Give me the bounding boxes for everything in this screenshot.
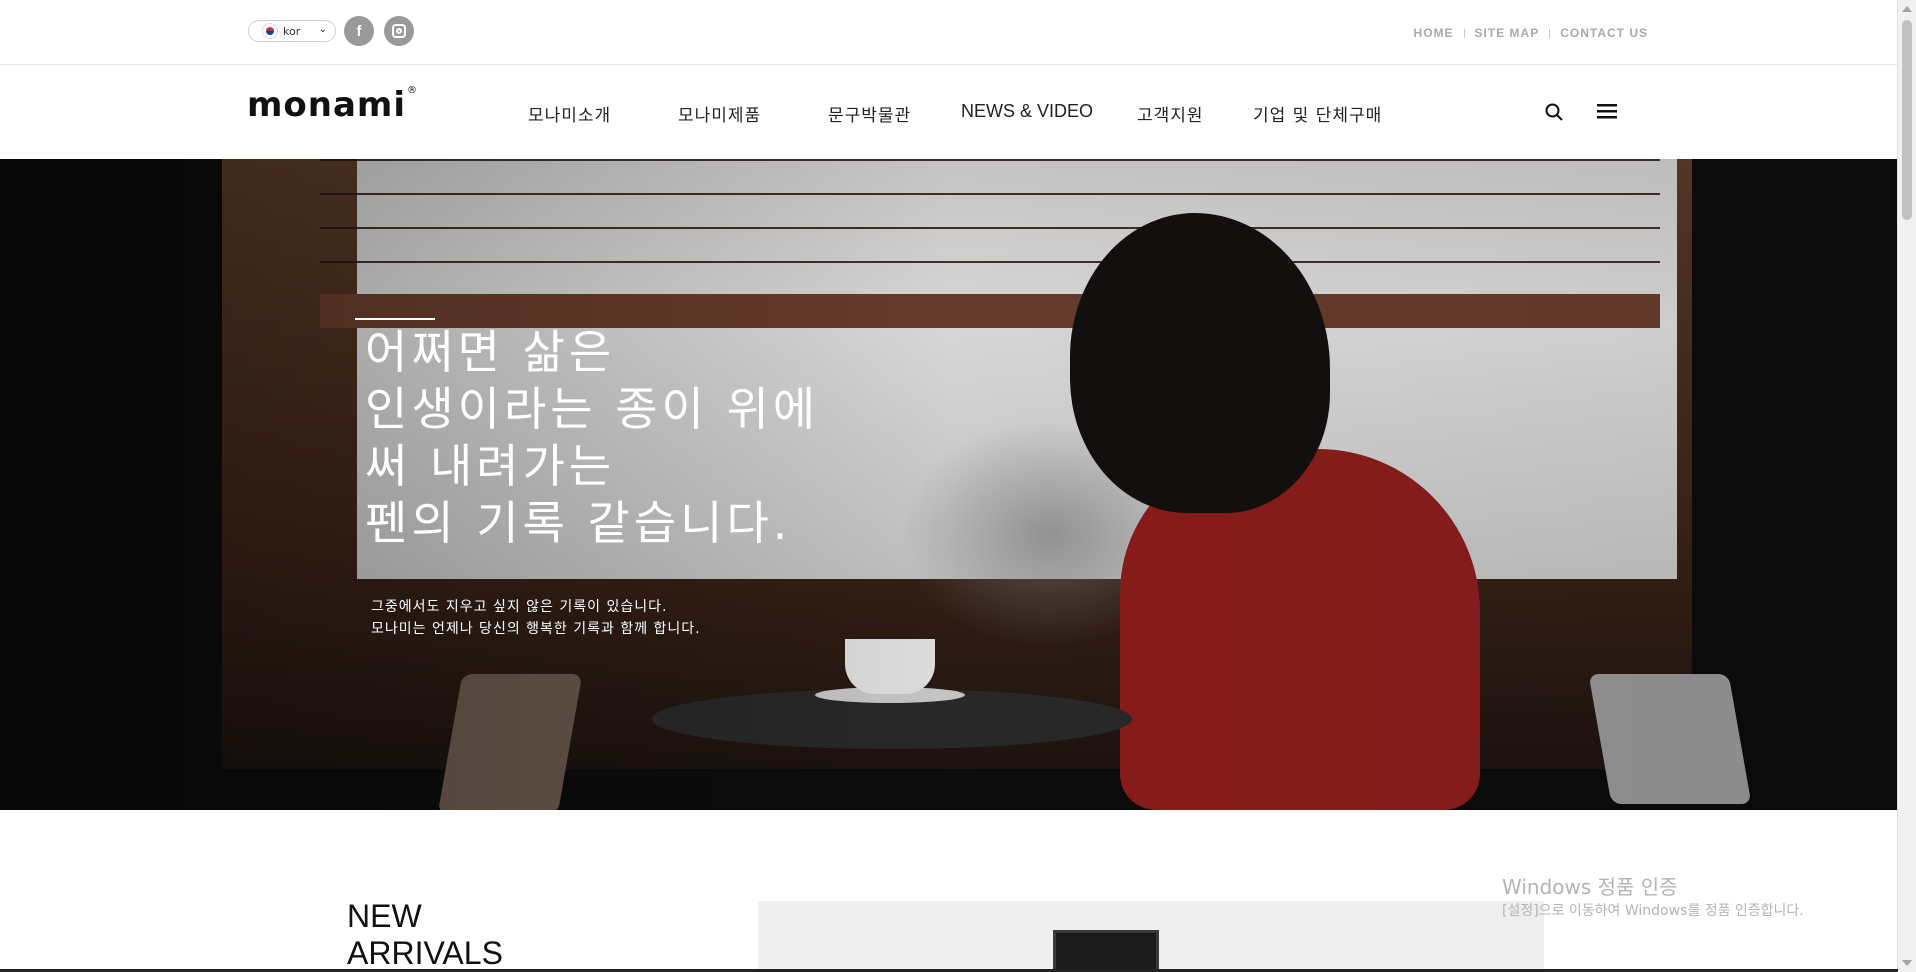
section-title-line: NEW <box>347 898 422 934</box>
divider <box>1549 28 1551 38</box>
new-arrivals-product-image[interactable] <box>758 901 1544 972</box>
hero-subtext-line: 모나미는 언제나 당신의 행복한 기록과 함께 합니다. <box>371 621 701 637</box>
hero-headline-line: 써 내려가는 <box>365 439 616 493</box>
monami-logo[interactable]: monami® <box>247 85 418 125</box>
divider <box>1463 28 1465 38</box>
watermark-title: Windows 정품 인증 <box>1502 875 1678 899</box>
chevron-down-icon: ⌄ <box>318 24 327 35</box>
top-utility-bar: kor ⌄ f HOME SITE MAP CONTACT US <box>0 0 1898 65</box>
site-map-link[interactable]: SITE MAP <box>1475 26 1540 40</box>
hero-headline-line: 펜의 기록 같습니다. <box>365 496 792 550</box>
nav-item-about[interactable]: 모나미소개 <box>528 101 611 126</box>
hero-headline: 어쩌면 삶은 인생이라는 종이 위에 써 내려가는 펜의 기록 같습니다. <box>365 324 885 552</box>
korea-flag-icon <box>263 24 277 38</box>
hero-subtext: 그중에서도 지우고 싶지 않은 기록이 있습니다. 모나미는 언제나 당신의 행… <box>371 596 701 640</box>
headline-rule <box>355 318 435 320</box>
scrollbar-thumb[interactable] <box>1902 20 1912 220</box>
nav-item-support[interactable]: 고객지원 <box>1137 101 1204 126</box>
language-select-value: kor <box>283 24 301 38</box>
contact-us-link[interactable]: CONTACT US <box>1560 26 1648 40</box>
page-scrollbar[interactable] <box>1897 0 1916 972</box>
language-select[interactable]: kor ⌄ <box>248 20 336 42</box>
hero-image-shade <box>0 159 1898 810</box>
hamburger-menu-icon[interactable] <box>1597 103 1617 119</box>
hero-headline-line: 어쩌면 삶은 <box>365 325 616 379</box>
search-icon[interactable] <box>1545 103 1563 121</box>
nav-item-news-video[interactable]: NEWS & VIDEO <box>961 101 1093 122</box>
nav-item-products[interactable]: 모나미제품 <box>678 101 761 126</box>
hero-subtext-line: 그중에서도 지우고 싶지 않은 기록이 있습니다. <box>371 599 668 615</box>
main-header: monami® 모나미소개 모나미제품 문구박물관 NEWS & VIDEO 고… <box>0 65 1898 159</box>
nav-item-museum[interactable]: 문구박물관 <box>828 101 911 126</box>
watermark-subtitle: [설정]으로 이동하여 Windows를 정품 인증합니다. <box>1502 903 1804 919</box>
utility-links: HOME SITE MAP CONTACT US <box>1414 26 1648 40</box>
product-box-image <box>1053 930 1159 972</box>
section-title-line: ARRIVALS <box>347 935 503 971</box>
home-link[interactable]: HOME <box>1414 26 1454 40</box>
hero-headline-line: 인생이라는 종이 위에 <box>365 382 820 436</box>
hero-banner: 어쩌면 삶은 인생이라는 종이 위에 써 내려가는 펜의 기록 같습니다. 그중… <box>0 159 1898 810</box>
scroll-up-arrow-icon[interactable] <box>1902 6 1912 12</box>
instagram-icon[interactable] <box>384 16 414 46</box>
facebook-icon[interactable]: f <box>344 16 374 46</box>
windows-activation-watermark: Windows 정품 인증 [설정]으로 이동하여 Windows를 정품 인증… <box>1502 874 1804 922</box>
nav-item-corporate-purchase[interactable]: 기업 및 단체구매 <box>1253 101 1382 126</box>
scroll-down-arrow-icon[interactable] <box>1902 960 1912 966</box>
new-arrivals-title: NEW ARRIVALS <box>347 898 503 972</box>
